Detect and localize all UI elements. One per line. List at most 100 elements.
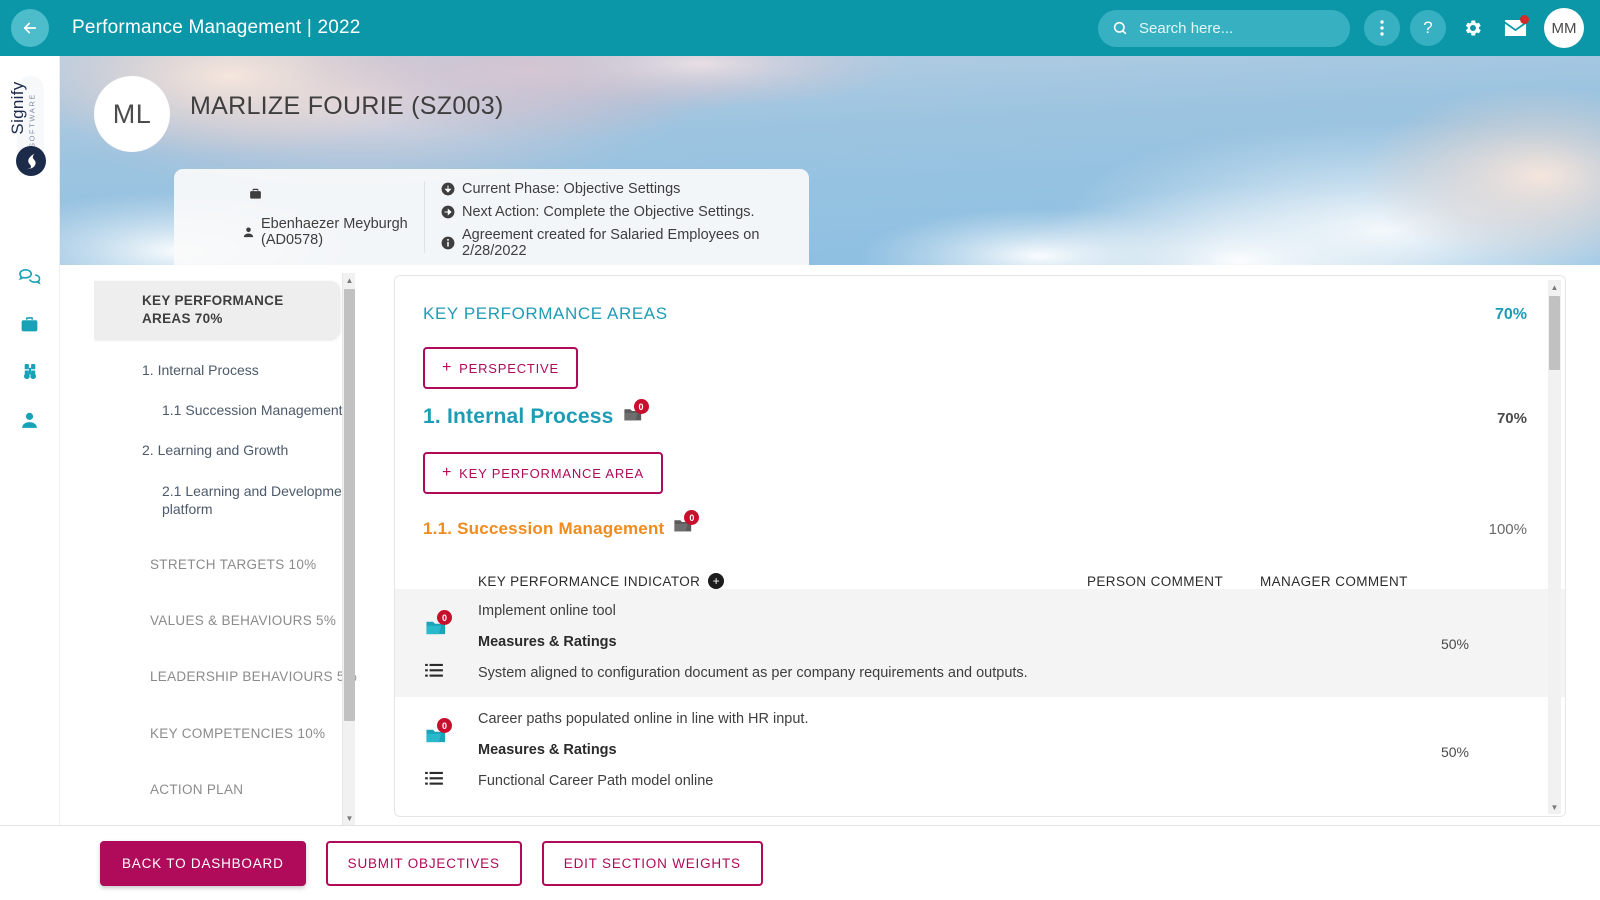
content-area: KEY PERFORMANCE AREAS 70% 1. Internal Pr… <box>60 265 1600 825</box>
add-kpi-button[interactable]: + <box>708 573 725 589</box>
info-card-right: Current Phase: Objective Settings Next A… <box>425 169 809 265</box>
kebab-menu-icon <box>1380 20 1384 36</box>
sidebar-item-briefcase[interactable] <box>8 302 52 346</box>
plus-icon: + <box>442 464 453 481</box>
attachment-folder-icon[interactable]: 0 <box>425 610 452 642</box>
current-phase-text: Current Phase: Objective Settings <box>462 181 681 197</box>
agreement-line: Agreement created for Salaried Employees… <box>441 227 809 259</box>
attachment-flag-icon[interactable]: 0 <box>673 510 700 536</box>
settings-button[interactable] <box>1456 10 1490 46</box>
chat-icon <box>18 268 41 285</box>
more-options-button[interactable] <box>1364 10 1400 46</box>
page-title: Performance Management | 2022 <box>72 17 361 38</box>
scrollbar-thumb[interactable] <box>344 289 355 721</box>
perspective-row-internal-process: 1. Internal Process 0 70% <box>395 399 1565 429</box>
kpi-weight: 50% <box>1440 744 1469 760</box>
nav-subitem-learning-and-growth[interactable]: 2. Learning and Growth <box>94 441 384 459</box>
info-card-left: Ebenhaezer Meyburgh (AD0578) <box>174 169 424 265</box>
next-action-line: Next Action: Complete the Objective Sett… <box>441 204 809 220</box>
notification-dot <box>1520 15 1529 24</box>
column-header-kpi: KEY PERFORMANCE INDICATOR + <box>478 573 725 589</box>
kpa-panel: KEY PERFORMANCE AREAS 70% + PERSPECTIVE … <box>394 275 1566 817</box>
sidebar-item-chat[interactable] <box>8 254 52 298</box>
gear-icon <box>1465 20 1481 36</box>
section-nav-scrollbar[interactable]: ▲ ▼ <box>342 273 355 825</box>
edit-section-weights-button[interactable]: EDIT SECTION WEIGHTS <box>541 840 763 886</box>
next-action-text: Next Action: Complete the Objective Sett… <box>462 204 755 220</box>
column-header-person-comment: PERSON COMMENT <box>1087 573 1224 589</box>
add-kpa-button[interactable]: + KEY PERFORMANCE AREA <box>423 452 663 494</box>
nav-item-key-competencies[interactable]: KEY COMPETENCIES 10% <box>94 725 384 743</box>
kpi-row[interactable]: 0 Implement online tool Measures & Ratin… <box>395 589 1565 697</box>
nav-item-action-plan[interactable]: ACTION PLAN <box>94 781 384 799</box>
nav-item-values-behaviours[interactable]: VALUES & BEHAVIOURS 5% <box>94 612 384 630</box>
sidebar-item-binoculars[interactable] <box>8 350 52 394</box>
add-kpa-label: KEY PERFORMANCE AREA <box>459 465 644 481</box>
kpi-table-header: KEY PERFORMANCE INDICATOR + PERSON COMME… <box>395 573 1565 589</box>
arrow-right-circle-icon <box>441 205 455 219</box>
logo-subtext: SOFTWARE <box>27 92 36 149</box>
kpa-name: 1.1. Succession Management <box>423 519 665 538</box>
search-icon <box>1113 21 1127 35</box>
panel-title: KEY PERFORMANCE AREAS <box>423 304 668 323</box>
add-perspective-label: PERSPECTIVE <box>459 360 559 376</box>
person-icon <box>22 412 37 428</box>
nav-subitem-succession-management[interactable]: 1.1 Succession Management <box>94 401 384 419</box>
scroll-down-arrow-icon[interactable]: ▼ <box>1548 800 1561 814</box>
employee-avatar: ML <box>94 76 170 152</box>
add-perspective-button[interactable]: + PERSPECTIVE <box>423 347 578 389</box>
attachment-folder-icon[interactable]: 0 <box>425 718 452 750</box>
badge-count: 0 <box>633 399 649 414</box>
nav-item-stretch-targets[interactable]: STRETCH TARGETS 10% <box>94 556 384 574</box>
user-avatar[interactable]: MM <box>1544 8 1584 48</box>
question-mark-icon: ? <box>1423 18 1433 37</box>
kpi-weight: 50% <box>1440 636 1469 652</box>
nav-item-key-performance-areas[interactable]: KEY PERFORMANCE AREAS 70% <box>94 281 340 339</box>
nav-subitem-internal-process[interactable]: 1. Internal Process <box>94 361 384 379</box>
nav-item-leadership-behaviours[interactable]: LEADERSHIP BEHAVIOURS 5% <box>94 668 384 686</box>
employee-name: MARLIZE FOURIE (SZ003) <box>190 92 504 120</box>
app-logo: Signify SOFTWARE <box>4 76 56 206</box>
help-button[interactable]: ? <box>1410 10 1446 46</box>
binoculars-icon <box>23 364 36 380</box>
column-header-manager-comment: MANAGER COMMENT <box>1260 573 1408 589</box>
top-bar-actions: ? MM <box>1098 8 1600 48</box>
scroll-up-arrow-icon[interactable]: ▲ <box>343 273 356 287</box>
badge-count: 0 <box>437 610 452 625</box>
attachment-flag-icon[interactable]: 0 <box>623 399 649 425</box>
perspective-name: 1. Internal Process <box>423 405 614 428</box>
sidebar-item-person[interactable] <box>8 398 52 442</box>
agreement-text: Agreement created for Salaried Employees… <box>462 227 760 259</box>
list-details-icon[interactable] <box>425 771 443 792</box>
footer-action-bar: BACK TO DASHBOARD SUBMIT OBJECTIVES EDIT… <box>0 825 1600 900</box>
measures-ratings-label: Measures & Ratings <box>478 634 617 650</box>
reporting-manager: Ebenhaezer Meyburgh (AD0578) <box>242 216 424 248</box>
panel-total-weight: 70% <box>1494 306 1527 323</box>
submit-objectives-button[interactable]: SUBMIT OBJECTIVES <box>325 840 522 886</box>
messages-button[interactable] <box>1498 10 1532 46</box>
panel-scrollbar[interactable]: ▲ ▼ <box>1548 280 1561 814</box>
badge-count: 0 <box>684 510 700 525</box>
briefcase-icon <box>21 316 38 331</box>
kpi-row[interactable]: 0 Career paths populated online in line … <box>395 697 1565 805</box>
arrow-down-circle-icon <box>441 182 455 196</box>
scroll-down-arrow-icon[interactable]: ▼ <box>343 811 356 825</box>
person-icon <box>242 226 255 239</box>
badge-count: 0 <box>437 718 452 733</box>
back-to-dashboard-button[interactable]: BACK TO DASHBOARD <box>100 840 306 886</box>
list-details-icon[interactable] <box>425 663 443 684</box>
plus-icon: + <box>442 359 453 376</box>
back-button[interactable] <box>11 9 49 47</box>
scroll-up-arrow-icon[interactable]: ▲ <box>1548 280 1561 294</box>
section-nav: KEY PERFORMANCE AREAS 70% 1. Internal Pr… <box>94 265 384 825</box>
kpa-row-succession-management: 1.1. Succession Management 0 100% <box>395 510 1565 539</box>
nav-subitem-learning-development-platform[interactable]: 2.1 Learning and Development platform <box>94 482 384 518</box>
search-input[interactable] <box>1139 19 1329 37</box>
scrollbar-thumb[interactable] <box>1549 296 1560 370</box>
search-box[interactable] <box>1098 9 1350 47</box>
briefcase-icon <box>248 187 263 207</box>
column-header-kpi-label: KEY PERFORMANCE INDICATOR <box>478 573 701 589</box>
logo-mark-icon <box>15 146 46 176</box>
kpa-weight: 100% <box>1488 521 1527 538</box>
logo-text: Signify <box>7 81 27 135</box>
